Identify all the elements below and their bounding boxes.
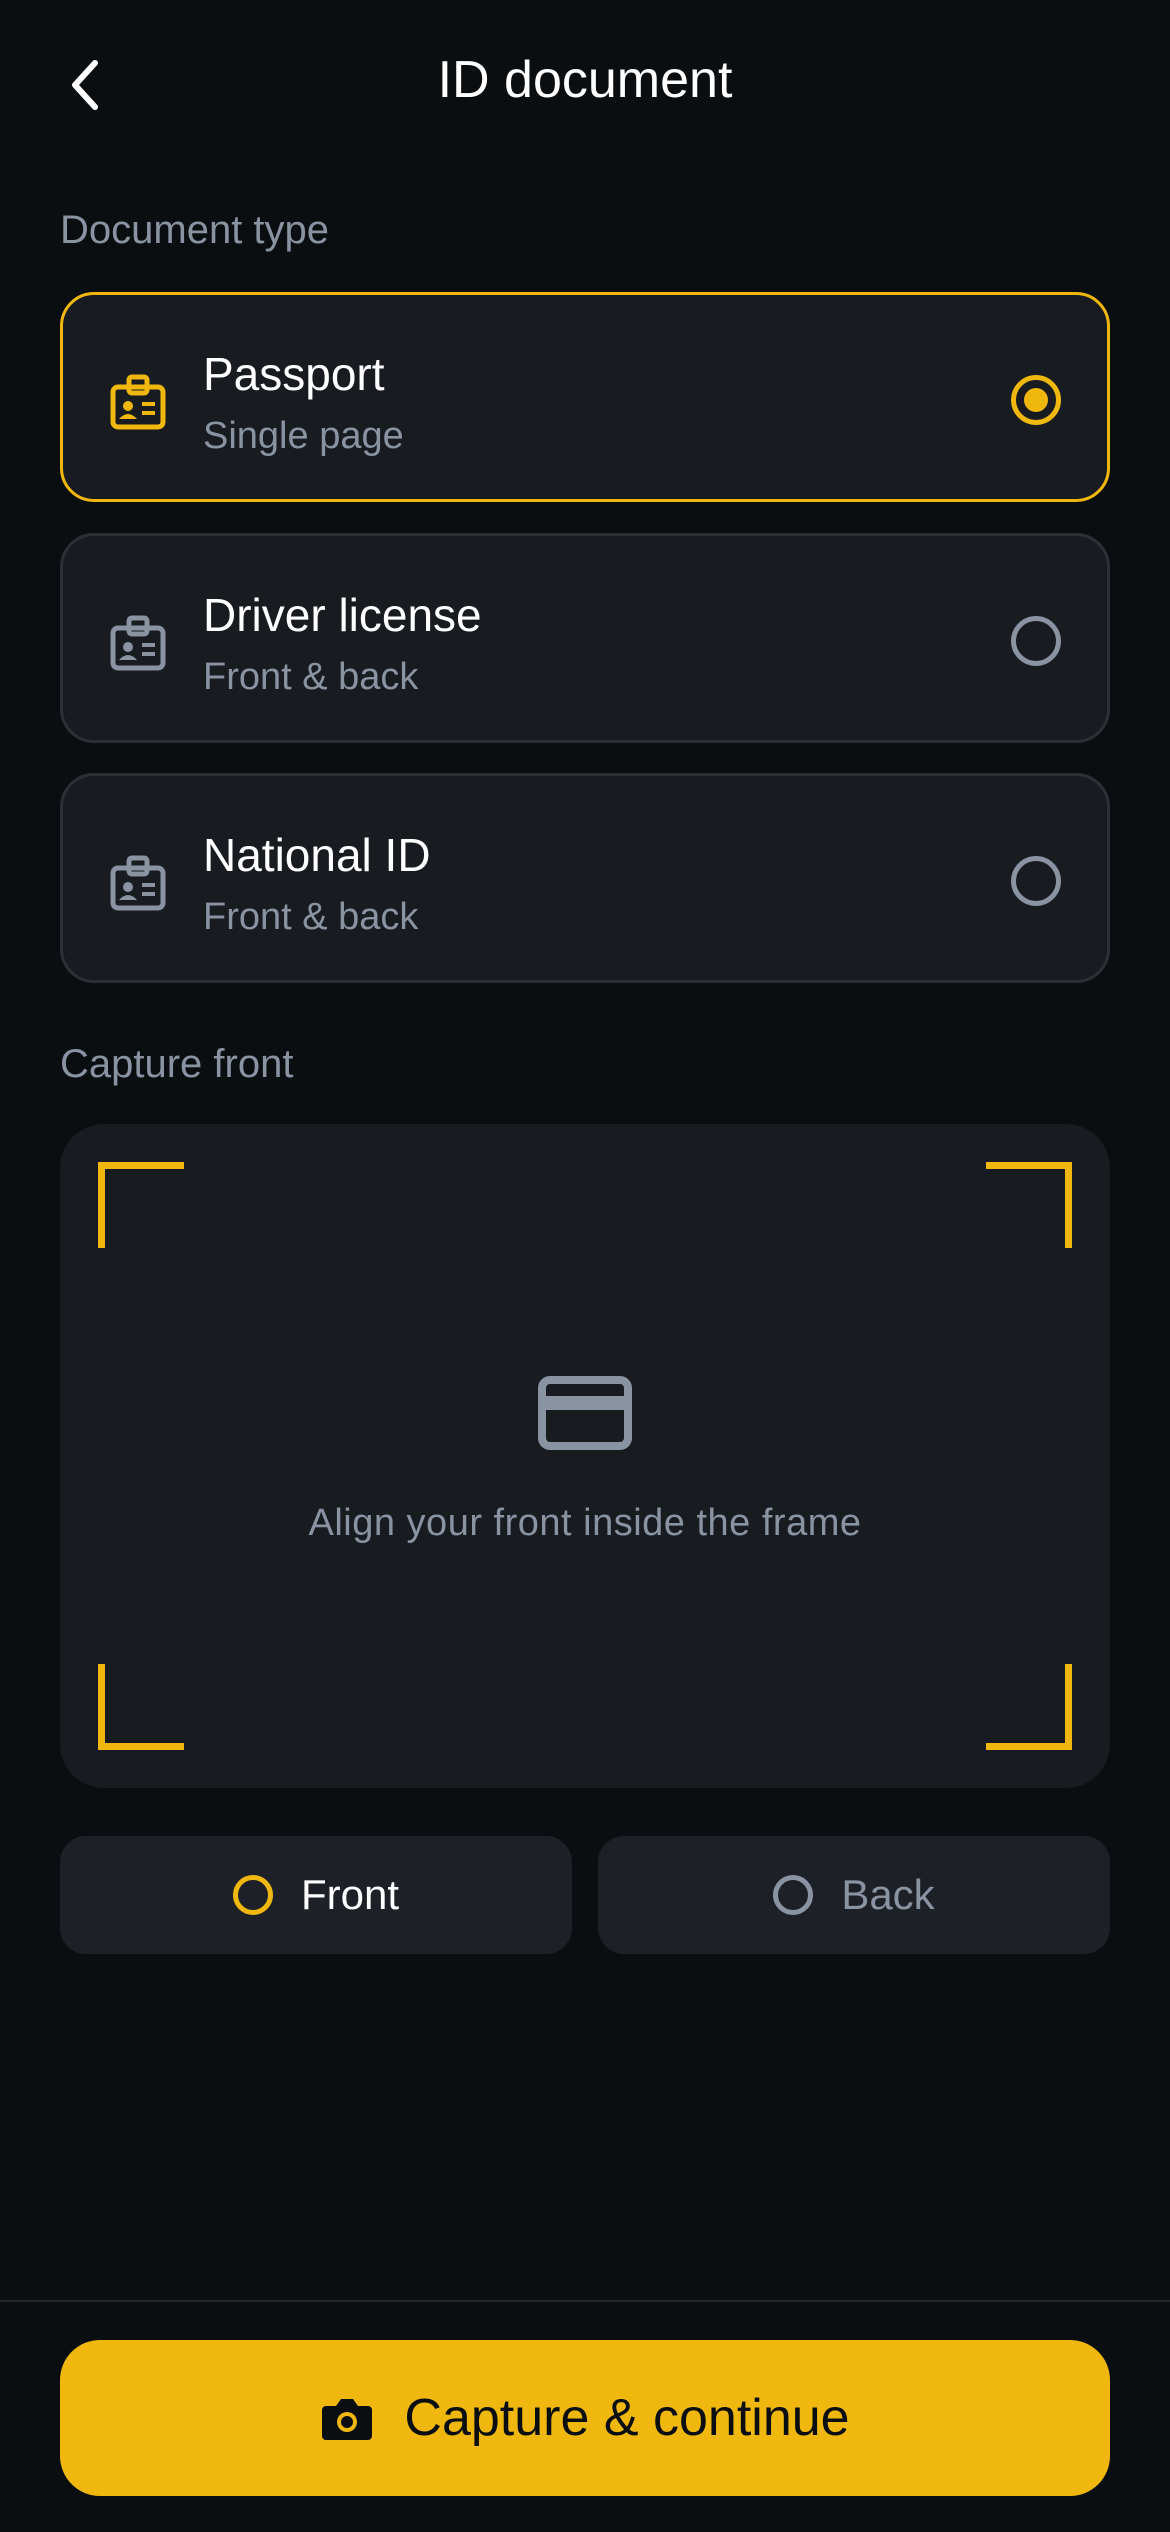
frame-corner-bottom-right: [986, 1664, 1072, 1750]
side-label: Back: [841, 1871, 935, 1918]
capture-label: Capture front: [60, 1042, 294, 1086]
radio-selected[interactable]: [1011, 375, 1061, 425]
header: ID document: [0, 0, 1170, 170]
radio-unselected[interactable]: [1011, 856, 1061, 906]
option-driver-license[interactable]: Driver license Front & back: [60, 533, 1110, 743]
option-subtitle: Front & back: [203, 656, 419, 698]
id-document-screen: ID document Document type Passport Singl…: [0, 0, 1170, 2532]
document-type-label: Document type: [60, 208, 330, 252]
option-title: National ID: [203, 829, 431, 881]
frame-corner-top-right: [986, 1162, 1072, 1248]
camera-icon: [322, 2399, 373, 2440]
radio-ring-icon: [232, 1875, 273, 1915]
side-front-button[interactable]: Front: [60, 1836, 572, 1954]
option-subtitle: Front & back: [203, 896, 419, 938]
capture-hint: Align your front inside the frame: [308, 1502, 862, 1544]
radio-unselected[interactable]: [1011, 616, 1061, 666]
credit-card-icon: [538, 1376, 632, 1450]
capture-continue-button[interactable]: Capture & continue: [60, 2340, 1110, 2496]
radio-ring-icon: [773, 1875, 814, 1915]
capture-frame[interactable]: Align your front inside the frame: [60, 1124, 1110, 1788]
option-national-id[interactable]: National ID Front & back: [60, 773, 1110, 983]
primary-button-label: Capture & continue: [404, 2389, 850, 2447]
option-passport[interactable]: Passport Single page: [60, 292, 1110, 502]
id-badge-icon: [110, 855, 166, 911]
footer-divider: [0, 2300, 1170, 2302]
frame-corner-top-left: [98, 1162, 184, 1248]
side-back-button[interactable]: Back: [598, 1836, 1110, 1954]
id-badge-icon: [110, 615, 166, 671]
id-badge-icon: [110, 374, 166, 430]
page-title: ID document: [437, 51, 733, 109]
option-title: Passport: [203, 348, 385, 400]
side-label: Front: [300, 1871, 400, 1918]
frame-corner-bottom-left: [98, 1664, 184, 1750]
option-subtitle: Single page: [203, 415, 404, 457]
option-title: Driver license: [203, 589, 482, 641]
